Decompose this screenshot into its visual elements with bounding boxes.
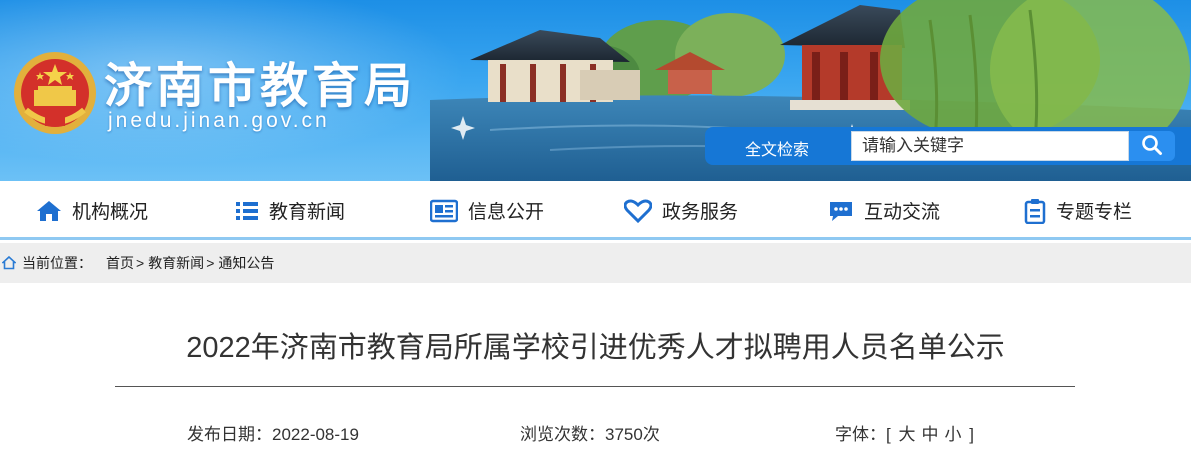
nav-label: 信息公开 <box>468 202 545 223</box>
heart-icon <box>624 199 652 223</box>
views-value: 3750次 <box>605 425 660 444</box>
nav-item-topics[interactable]: 专题专栏 <box>1024 181 1132 240</box>
nav-item-about[interactable]: 机构概况 <box>36 181 148 240</box>
article-title: 2022年济南市教育局所属学校引进优秀人才拟聘用人员名单公示 <box>186 332 1005 364</box>
chat-icon <box>830 201 852 221</box>
breadcrumb-news[interactable]: 教育新闻 <box>148 253 204 273</box>
search-icon <box>1142 134 1162 155</box>
font-small-button[interactable]: 小 <box>944 425 961 444</box>
search-input[interactable] <box>851 131 1129 161</box>
national-emblem-icon <box>14 52 96 134</box>
search-bar: 全文检索 <box>705 127 1191 165</box>
home-icon <box>37 200 61 221</box>
newspaper-icon <box>430 199 458 222</box>
nav-item-disclosure[interactable]: 信息公开 <box>430 181 544 240</box>
breadcrumb-label: 当前位置： <box>22 255 92 271</box>
publish-value: 2022-08-19 <box>272 425 359 444</box>
breadcrumb-home[interactable]: 首页 <box>106 253 134 273</box>
header-banner: 济南市教育局 jnedu.jinan.gov.cn 全文检索 <box>0 0 1191 181</box>
search-label: 全文检索 <box>745 142 810 159</box>
view-count: 浏览次数：3750次 <box>520 420 660 445</box>
publish-label: 发布日期： <box>187 425 272 444</box>
nav-label: 教育新闻 <box>269 202 346 223</box>
clipboard-icon <box>1024 198 1046 224</box>
font-size-label: 字体： <box>835 425 886 444</box>
main-nav: 机构概况 教育新闻 信息公开 政务服务 互动交流 专题专栏 <box>0 181 1191 240</box>
nav-item-services[interactable]: 政务服务 <box>624 181 738 240</box>
font-large-button[interactable]: 大 <box>898 425 915 444</box>
nav-label: 政务服务 <box>662 202 739 223</box>
font-medium-button[interactable]: 中 <box>921 425 938 444</box>
nav-label: 互动交流 <box>864 202 941 223</box>
site-title: 济南市教育局 <box>104 58 417 114</box>
font-bracket-close: ] <box>969 425 974 444</box>
list-icon <box>236 201 258 220</box>
views-label: 浏览次数： <box>520 425 605 444</box>
nav-label: 机构概况 <box>72 202 149 223</box>
nav-label: 专题专栏 <box>1056 202 1133 223</box>
breadcrumb-separator: > <box>206 255 215 271</box>
breadcrumb-separator: > <box>136 255 145 271</box>
publish-date: 发布日期：2022-08-19 <box>187 420 359 445</box>
font-size-selector: 字体：[ 大中小 ] <box>835 420 974 445</box>
font-bracket-open: [ <box>886 425 891 444</box>
breadcrumb: 当前位置： 首页 > 教育新闻 > 通知公告 <box>0 243 1191 283</box>
site-domain: jnedu.jinan.gov.cn <box>108 109 330 132</box>
title-divider <box>115 386 1075 387</box>
nav-item-interaction[interactable]: 互动交流 <box>828 181 940 240</box>
breadcrumb-notices[interactable]: 通知公告 <box>218 253 274 273</box>
search-button[interactable] <box>1129 131 1175 161</box>
nav-item-news[interactable]: 教育新闻 <box>235 181 345 240</box>
location-home-icon <box>2 256 16 270</box>
